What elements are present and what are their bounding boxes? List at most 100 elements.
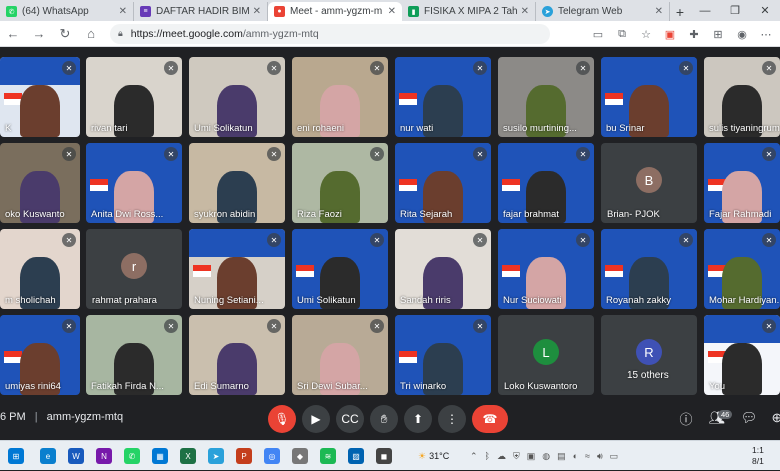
participant-tile[interactable]: ✕ Tri winarko	[395, 315, 491, 395]
participant-tile[interactable]: ✕ oko Kuswanto	[0, 143, 80, 223]
tab-daftar-hadir[interactable]: ≡ DAFTAR HADIR BIMTEK ✕	[134, 2, 268, 21]
participant-tile[interactable]: ✕ K	[0, 57, 80, 137]
profile-icon[interactable]: ◉	[734, 26, 750, 42]
participant-tile[interactable]: ✕ umiyas rini64	[0, 315, 80, 395]
close-icon[interactable]: ✕	[521, 6, 529, 17]
app-tray-icon[interactable]: ◍	[542, 451, 550, 462]
raise-hand-button[interactable]: ✋︎	[370, 405, 398, 433]
participant-tile[interactable]: ✕ Sri Dewi Subar...	[292, 315, 388, 395]
telegram-icon[interactable]: ➤	[208, 448, 224, 464]
record-icon: ●	[274, 6, 285, 17]
participant-tile[interactable]: ✕ eni rohaeni	[292, 57, 388, 137]
security-icon[interactable]: ⛨	[513, 451, 520, 462]
participant-tile[interactable]: R 15 others	[601, 315, 697, 395]
photos-icon[interactable]: ▨	[348, 448, 364, 464]
app-icon[interactable]: ◼	[376, 448, 392, 464]
puzzle-icon[interactable]: ✚	[686, 26, 702, 42]
reload-icon[interactable]: ↻	[52, 21, 78, 47]
weather-widget[interactable]: ☀ 31°C	[418, 441, 449, 471]
participant-tile[interactable]: ✕ Edi Sumarno	[189, 315, 285, 395]
participant-tile[interactable]: ✕ Mohar Hardiyan...	[704, 229, 780, 309]
powerpoint-icon[interactable]: P	[236, 448, 252, 464]
collections-icon[interactable]: ⊞	[710, 26, 726, 42]
chrome-icon[interactable]: ◎	[264, 448, 280, 464]
store-icon[interactable]: ▦	[152, 448, 168, 464]
app-tray-icon[interactable]: ▤	[557, 451, 566, 462]
app-tray-icon[interactable]: ◐	[573, 451, 578, 461]
participant-tile[interactable]: ✕ Umi Solikatun	[189, 57, 285, 137]
tab-fisika[interactable]: ▮ FISIKA X MIPA 2 Tahun Pe ✕	[402, 2, 536, 21]
participant-tile[interactable]: ✕ Rita Sejarah	[395, 143, 491, 223]
start-icon[interactable]: ⊞	[8, 448, 24, 464]
tab-meet[interactable]: ● Meet - amm-ygzm-m ✕	[268, 2, 402, 21]
meeting-details-icon[interactable]: ⓘ	[677, 409, 695, 427]
participant-tile[interactable]: ✕ You	[704, 315, 780, 395]
install-icon[interactable]: ⧉	[614, 26, 630, 42]
camera-indicator-icon[interactable]: ▭	[590, 26, 606, 42]
close-window-button[interactable]: ✕	[750, 0, 780, 21]
new-tab-button[interactable]: +	[670, 2, 690, 21]
clock[interactable]: 1:1 8/1	[752, 441, 764, 471]
camera-button[interactable]: ▶	[302, 405, 330, 433]
participant-tile[interactable]: r rahmat prahara	[86, 229, 182, 309]
onenote-icon[interactable]: N	[96, 448, 112, 464]
people-icon[interactable]: 👥︎ 46	[708, 409, 733, 427]
close-icon[interactable]: ✕	[119, 6, 127, 17]
participant-tile[interactable]: ✕ Anita Dwi Ross...	[86, 143, 182, 223]
participant-tile[interactable]: ✕ m sholichah	[0, 229, 80, 309]
chevron-up-icon[interactable]: ⌃	[470, 451, 478, 462]
participant-tile[interactable]: ✕ Fajar Rahmadi	[704, 143, 780, 223]
mic-off-button[interactable]: 🎙︎	[268, 405, 296, 433]
tab-telegram[interactable]: ➤ Telegram Web ✕	[536, 2, 670, 21]
bluetooth-icon[interactable]: ᛒ	[485, 451, 490, 461]
tab-whatsapp[interactable]: ✆ (64) WhatsApp ✕	[0, 2, 134, 21]
participant-tile[interactable]: ✕ bu Srinar	[601, 57, 697, 137]
participant-tile[interactable]: ✕ fajar brahmat	[498, 143, 594, 223]
participant-tile[interactable]: ✕ Riza Faozi	[292, 143, 388, 223]
minimize-button[interactable]: —	[690, 0, 720, 21]
present-button[interactable]: ⬆	[404, 405, 432, 433]
avatar: B	[636, 167, 662, 193]
wifi-icon[interactable]: ≈	[585, 451, 590, 461]
participant-tile[interactable]: ✕ Fatikah Firda N...	[86, 315, 182, 395]
participant-tile[interactable]: ✕ sulis tiyaningrum	[704, 57, 780, 137]
volume-icon[interactable]: 🔊︎	[597, 451, 603, 462]
participant-tile[interactable]: ✕ rivan tari	[86, 57, 182, 137]
battery-icon[interactable]: ▭	[610, 451, 619, 462]
address-bar[interactable]: 🔒︎ https://meet.google.com/amm-ygzm-mtq	[110, 23, 550, 44]
close-icon[interactable]: ✕	[253, 6, 261, 17]
home-icon[interactable]: ⌂	[78, 21, 104, 47]
back-icon[interactable]: ←	[0, 21, 26, 47]
mic-off-icon: ✕	[370, 233, 384, 247]
participant-tile[interactable]: ✕ syukron abidin	[189, 143, 285, 223]
participant-tile[interactable]: ✕ susilo murtining...	[498, 57, 594, 137]
spotify-icon[interactable]: ≋	[320, 448, 336, 464]
participant-tile[interactable]: ✕ nur wati	[395, 57, 491, 137]
participant-tile[interactable]: ✕ Sandah riris	[395, 229, 491, 309]
participant-tile[interactable]: ✕ Umi Solikatun	[292, 229, 388, 309]
app-icon[interactable]: ◆	[292, 448, 308, 464]
star-icon[interactable]: ☆	[638, 26, 654, 42]
extension-icon[interactable]: ▣	[662, 26, 678, 42]
close-icon[interactable]: ✕	[388, 6, 396, 17]
word-icon[interactable]: W	[68, 448, 84, 464]
forward-icon[interactable]: →	[26, 21, 52, 47]
app-tray-icon[interactable]: ▣	[527, 451, 536, 462]
participant-tile[interactable]: B Brian- PJOK	[601, 143, 697, 223]
activities-icon[interactable]: ⊕	[768, 409, 780, 427]
chat-icon[interactable]: 💬︎	[740, 409, 758, 427]
participant-tile[interactable]: ✕ Nur Suciowati	[498, 229, 594, 309]
participant-tile[interactable]: ✕ Royanah zakky	[601, 229, 697, 309]
menu-icon[interactable]: ⋯	[758, 26, 774, 42]
captions-button[interactable]: CC	[336, 405, 364, 433]
cloud-icon[interactable]: ☁	[497, 451, 506, 462]
leave-call-button[interactable]: ☎︎	[472, 405, 508, 433]
whatsapp-icon[interactable]: ✆	[124, 448, 140, 464]
close-icon[interactable]: ✕	[655, 6, 663, 17]
more-options-button[interactable]: ⋮	[438, 405, 466, 433]
edge-icon[interactable]: e	[40, 448, 56, 464]
participant-tile[interactable]: ✕ Nuning Setiani...	[189, 229, 285, 309]
maximize-button[interactable]: ❐	[720, 0, 750, 21]
excel-icon[interactable]: X	[180, 448, 196, 464]
participant-tile[interactable]: L Loko Kuswantoro	[498, 315, 594, 395]
